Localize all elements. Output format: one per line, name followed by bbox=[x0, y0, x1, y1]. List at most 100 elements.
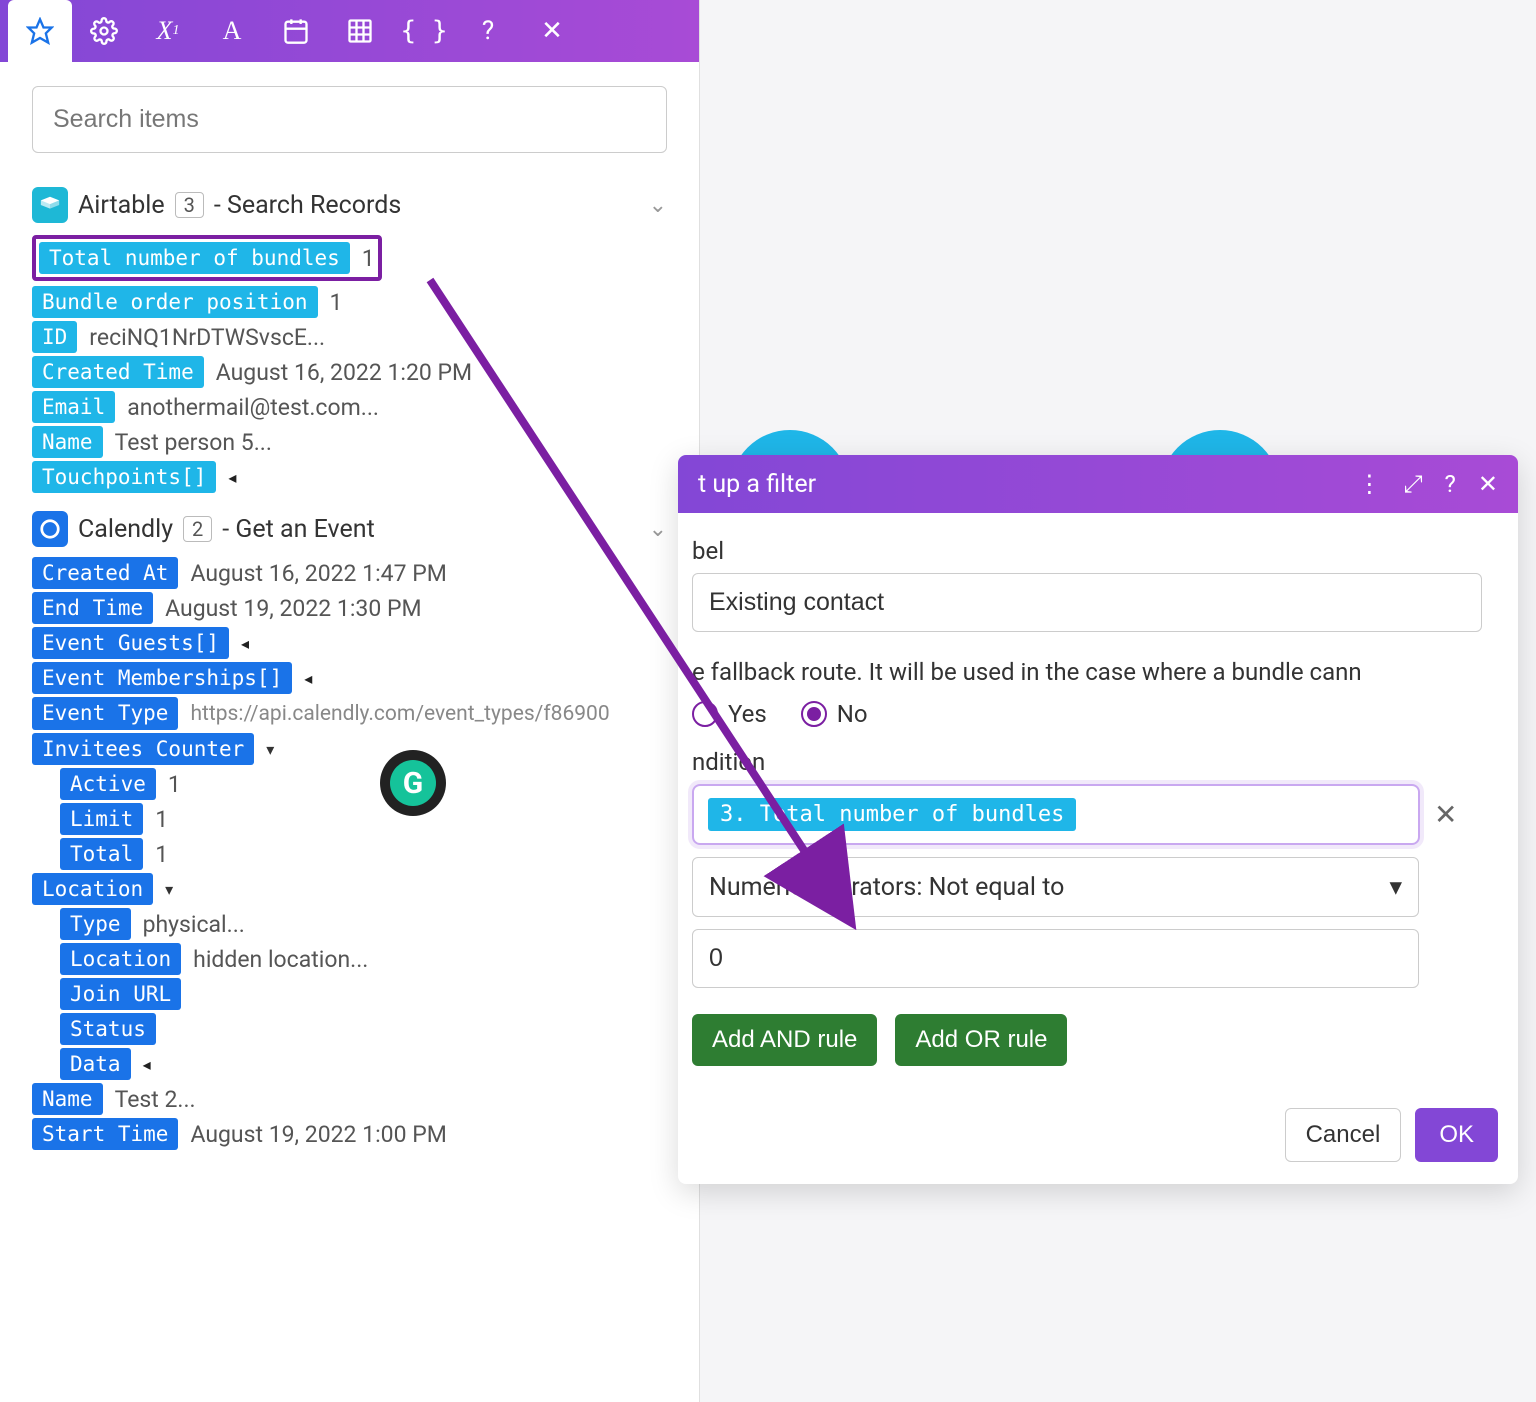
label-input[interactable] bbox=[692, 573, 1482, 632]
field-value: https://api.calendly.com/event_types/f86… bbox=[190, 702, 609, 726]
airtable-module-header[interactable]: Airtable 3 - Search Records ⌄ bbox=[32, 187, 667, 223]
mapping-panel: X1 A { } ? ✕ Airtable 3 - Search Records… bbox=[0, 0, 700, 1402]
field-value: 1 bbox=[155, 806, 168, 833]
search-input[interactable] bbox=[32, 86, 667, 153]
field-created-at[interactable]: Created At bbox=[32, 557, 178, 589]
tab-gear[interactable] bbox=[72, 0, 136, 62]
modal-title: t up a filter bbox=[698, 470, 816, 499]
field-name[interactable]: Name bbox=[32, 426, 103, 458]
tab-text[interactable]: A bbox=[200, 0, 264, 62]
field-invitees-counter[interactable]: Invitees Counter bbox=[32, 733, 254, 765]
more-icon[interactable]: ⋮ bbox=[1357, 470, 1381, 498]
chevron-down-icon: ▾ bbox=[1389, 872, 1402, 902]
field-value: 1 bbox=[362, 245, 375, 272]
rule-buttons: Add AND rule Add OR rule bbox=[678, 1014, 1518, 1066]
tab-math[interactable]: X1 bbox=[136, 0, 200, 62]
field-id[interactable]: ID bbox=[32, 321, 77, 353]
field-value: August 16, 2022 1:20 PM bbox=[216, 359, 472, 386]
field-value: 1 bbox=[168, 771, 181, 798]
calendly-icon bbox=[32, 511, 68, 547]
label-label: bel bbox=[678, 537, 1518, 565]
condition-input[interactable]: 3. Total number of bundles bbox=[692, 784, 1420, 845]
field-loc-location[interactable]: Location bbox=[60, 943, 181, 975]
caret-down-icon[interactable]: ▾ bbox=[165, 880, 173, 899]
field-event-guests[interactable]: Event Guests[] bbox=[32, 627, 229, 659]
field-value: Test 2... bbox=[115, 1086, 196, 1113]
grammarly-icon: G bbox=[390, 760, 436, 806]
ok-button[interactable]: OK bbox=[1415, 1108, 1498, 1162]
operator-value: Numeric operators: Not equal to bbox=[709, 873, 1064, 902]
condition-pill[interactable]: 3. Total number of bundles bbox=[708, 798, 1076, 831]
field-join-url[interactable]: Join URL bbox=[60, 978, 181, 1010]
field-value: August 19, 2022 1:30 PM bbox=[165, 595, 421, 622]
radio-no[interactable] bbox=[801, 701, 827, 727]
condition-row: 3. Total number of bundles ✕ bbox=[678, 784, 1518, 845]
cancel-button[interactable]: Cancel bbox=[1285, 1108, 1402, 1162]
tab-date[interactable] bbox=[264, 0, 328, 62]
expand-icon[interactable]: ⤢ bbox=[1403, 470, 1422, 498]
radio-yes[interactable] bbox=[692, 701, 718, 727]
calendly-name: Calendly bbox=[78, 515, 173, 544]
panel-toolbar: X1 A { } ? ✕ bbox=[0, 0, 699, 62]
field-end-time[interactable]: End Time bbox=[32, 592, 153, 624]
expand-icon[interactable]: ◂ bbox=[304, 669, 312, 688]
items-list: Airtable 3 - Search Records ⌄ Total numb… bbox=[0, 169, 699, 1402]
close-icon[interactable]: ✕ bbox=[1478, 470, 1498, 498]
field-value: 1 bbox=[155, 841, 168, 868]
condition-label: ndition bbox=[678, 748, 1518, 776]
tab-object[interactable]: { } bbox=[392, 0, 456, 62]
tab-close[interactable]: ✕ bbox=[520, 0, 584, 62]
calendly-badge: 2 bbox=[183, 516, 212, 542]
airtable-name: Airtable bbox=[78, 191, 165, 220]
expand-icon[interactable]: ◂ bbox=[228, 468, 236, 487]
field-value: August 19, 2022 1:00 PM bbox=[190, 1121, 446, 1148]
field-active[interactable]: Active bbox=[60, 768, 156, 800]
field-created-time[interactable]: Created Time bbox=[32, 356, 204, 388]
add-and-button[interactable]: Add AND rule bbox=[692, 1014, 877, 1066]
calendly-module-header[interactable]: Calendly 2 - Get an Event ⌄ bbox=[32, 511, 667, 547]
expand-icon[interactable]: ◂ bbox=[241, 634, 249, 653]
field-start-time[interactable]: Start Time bbox=[32, 1118, 178, 1150]
highlighted-field: Total number of bundles 1 bbox=[32, 235, 382, 281]
help-icon[interactable]: ? bbox=[1445, 470, 1456, 498]
operator-select[interactable]: Numeric operators: Not equal to ▾ bbox=[692, 857, 1419, 917]
modal-body: bel e fallback route. It will be used in… bbox=[678, 513, 1518, 1086]
add-or-button[interactable]: Add OR rule bbox=[895, 1014, 1067, 1066]
field-value: Test person 5... bbox=[115, 429, 272, 456]
field-limit[interactable]: Limit bbox=[60, 803, 143, 835]
field-value: August 16, 2022 1:47 PM bbox=[190, 560, 446, 587]
grammarly-badge[interactable]: G bbox=[380, 750, 446, 816]
chevron-down-icon[interactable]: ⌄ bbox=[649, 517, 667, 542]
field-value: anothermail@test.com... bbox=[127, 394, 379, 421]
airtable-suffix: - Search Records bbox=[214, 191, 401, 220]
caret-down-icon[interactable]: ▾ bbox=[266, 740, 274, 759]
field-data[interactable]: Data bbox=[60, 1048, 131, 1080]
field-cname[interactable]: Name bbox=[32, 1083, 103, 1115]
tab-array[interactable] bbox=[328, 0, 392, 62]
field-status[interactable]: Status bbox=[60, 1013, 156, 1045]
fallback-text: e fallback route. It will be used in the… bbox=[678, 658, 1518, 686]
tab-star[interactable] bbox=[8, 0, 72, 62]
expand-icon[interactable]: ◂ bbox=[143, 1055, 151, 1074]
field-total[interactable]: Total bbox=[60, 838, 143, 870]
field-event-memberships[interactable]: Event Memberships[] bbox=[32, 662, 292, 694]
field-bundle-pos[interactable]: Bundle order position bbox=[32, 286, 318, 318]
field-email[interactable]: Email bbox=[32, 391, 115, 423]
airtable-badge: 3 bbox=[175, 192, 204, 218]
chevron-down-icon[interactable]: ⌄ bbox=[649, 193, 667, 218]
field-value: hidden location... bbox=[193, 946, 368, 973]
radio-no-label: No bbox=[837, 700, 868, 728]
field-value: 1 bbox=[330, 289, 343, 316]
filter-modal: t up a filter ⋮ ⤢ ? ✕ bel e fallback rou… bbox=[678, 455, 1518, 1184]
tab-help[interactable]: ? bbox=[456, 0, 520, 62]
value-input[interactable] bbox=[692, 929, 1419, 988]
fallback-radio-group: Yes No bbox=[678, 700, 1518, 728]
field-total-bundles[interactable]: Total number of bundles bbox=[39, 242, 350, 274]
search-wrap bbox=[0, 62, 699, 169]
remove-condition-icon[interactable]: ✕ bbox=[1434, 798, 1457, 831]
field-event-type[interactable]: Event Type bbox=[32, 697, 178, 730]
field-location[interactable]: Location bbox=[32, 873, 153, 905]
field-loc-type[interactable]: Type bbox=[60, 908, 131, 940]
field-touchpoints[interactable]: Touchpoints[] bbox=[32, 461, 216, 493]
field-value: physical... bbox=[143, 911, 245, 938]
